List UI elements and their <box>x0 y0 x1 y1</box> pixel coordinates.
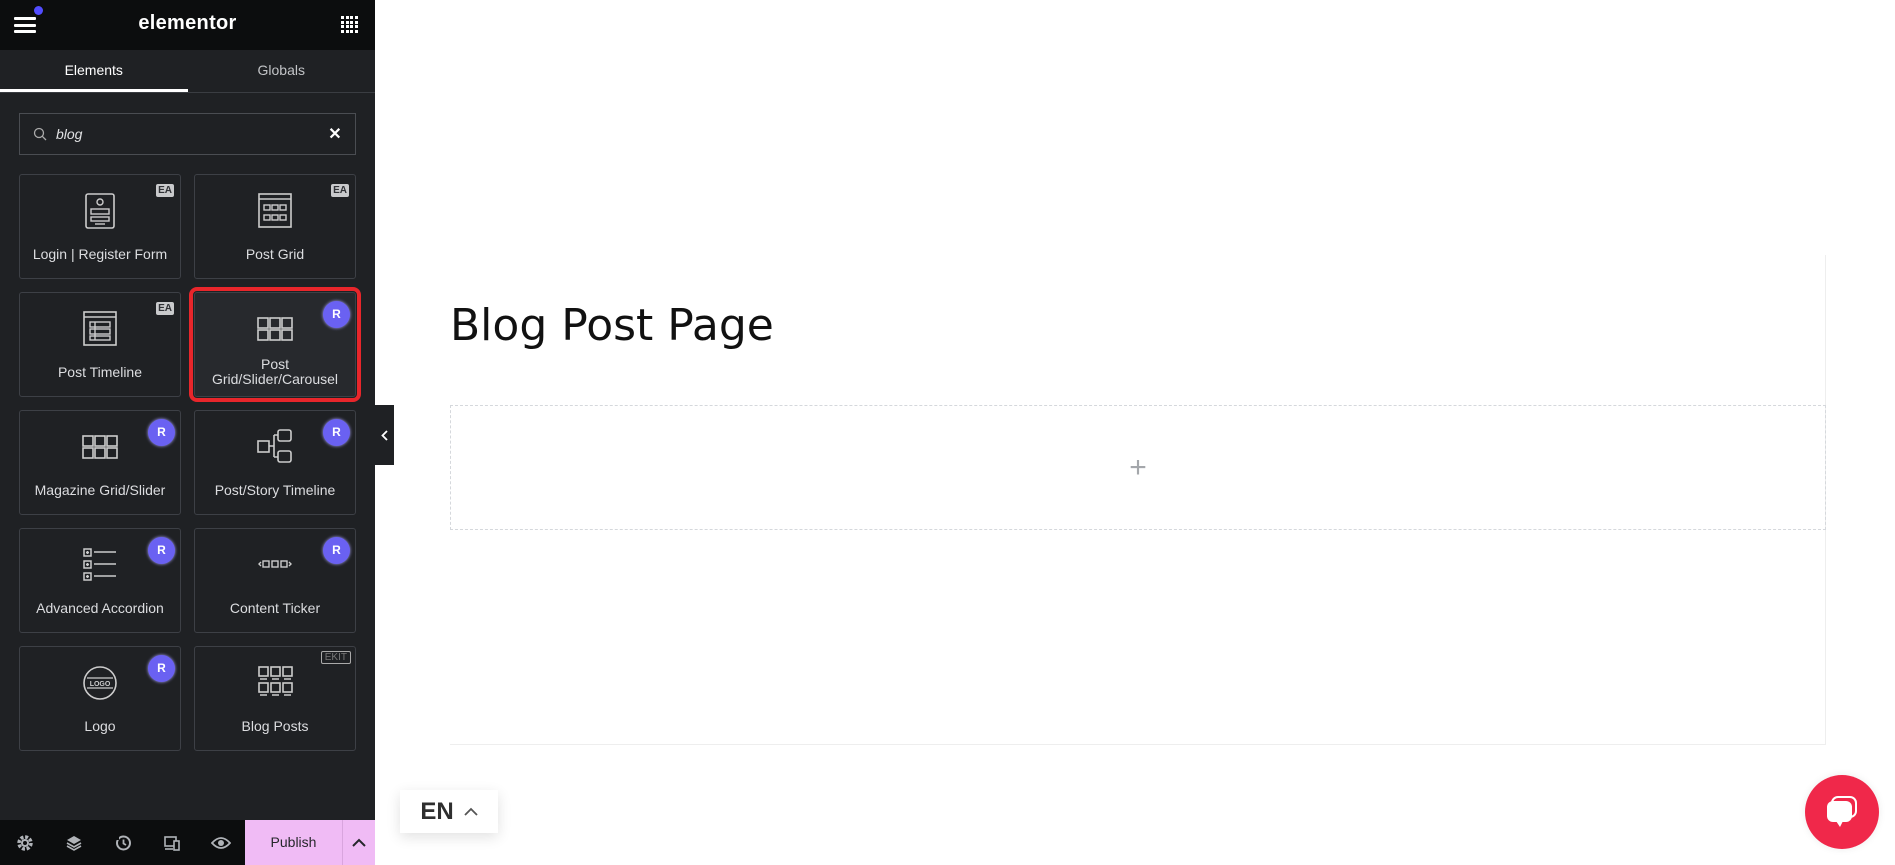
plugin-badge: EA <box>156 184 174 197</box>
widget-label: Content Ticker <box>229 600 321 616</box>
add-icon: + <box>1129 450 1147 484</box>
layers-icon[interactable] <box>49 820 98 865</box>
widget-label: Logo <box>84 718 116 734</box>
panel-header: elementor <box>0 0 375 50</box>
widget-post-grid-slider-carousel[interactable]: R Post Grid/Slider/Carousel <box>189 287 361 402</box>
widget-label: Login | Register Form <box>32 246 168 262</box>
plugin-badge: R <box>323 537 350 564</box>
language-switcher[interactable]: EN <box>400 790 498 833</box>
widget-label: Magazine Grid/Slider <box>34 482 166 498</box>
blog-posts-icon <box>195 665 355 701</box>
widget-magazine-grid-slider[interactable]: R Magazine Grid/Slider <box>19 410 181 515</box>
elementor-logo: elementor <box>138 12 237 34</box>
plugin-badge: R <box>323 419 350 446</box>
publish-button[interactable]: Publish <box>245 820 342 865</box>
search-box: ✕ <box>19 113 356 155</box>
widget-label: Advanced Accordion <box>36 600 164 616</box>
plugin-badge: R <box>148 419 175 446</box>
widget-advanced-accordion[interactable]: R Advanced Accordion <box>19 528 181 633</box>
collapse-panel-button[interactable] <box>375 405 394 465</box>
elementor-panel: elementor Elements Globals ✕ EA Login | … <box>0 0 375 865</box>
widget-content-ticker[interactable]: R Content Ticker <box>194 528 356 633</box>
panel-footer: Publish <box>0 820 375 865</box>
post-timeline-icon <box>20 311 180 347</box>
language-code: EN <box>420 797 454 825</box>
widget-label: Post Grid/Slider/Carousel <box>211 356 339 387</box>
publish-options-button[interactable] <box>342 820 375 865</box>
chevron-up-icon <box>464 807 478 816</box>
add-section-dropzone[interactable]: + <box>450 405 1826 530</box>
widget-logo[interactable]: LOGO R Logo <box>19 646 181 751</box>
panel-tabs: Elements Globals <box>0 50 375 93</box>
plugin-badge: R <box>323 301 350 328</box>
tab-globals[interactable]: Globals <box>188 50 376 92</box>
chat-button[interactable] <box>1805 775 1879 849</box>
chevron-up-icon <box>352 838 366 847</box>
widget-label: Post Grid <box>245 246 305 262</box>
widget-login-register-form[interactable]: EA Login | Register Form <box>19 174 181 279</box>
svg-text:LOGO: LOGO <box>90 681 111 688</box>
widget-post-story-timeline[interactable]: R Post/Story Timeline <box>194 410 356 515</box>
widget-blog-posts[interactable]: EKIT Blog Posts <box>194 646 356 751</box>
plugin-badge: R <box>148 537 175 564</box>
search-input[interactable] <box>56 126 315 142</box>
search-icon <box>33 127 47 141</box>
grid-apps-icon[interactable] <box>341 16 359 34</box>
chevron-left-icon <box>381 429 388 441</box>
widget-post-timeline[interactable]: EA Post Timeline <box>19 292 181 397</box>
widget-label: Post Timeline <box>57 364 143 380</box>
widget-label: Blog Posts <box>241 718 309 734</box>
responsive-icon[interactable] <box>147 820 196 865</box>
login-form-icon <box>20 193 180 229</box>
plugin-badge: EKIT <box>320 651 351 664</box>
plugin-badge: EA <box>331 184 349 197</box>
post-grid-icon <box>195 193 355 229</box>
plugin-badge: EA <box>156 302 174 315</box>
page-title: Blog Post Page <box>450 300 774 351</box>
clear-search-button[interactable]: ✕ <box>315 124 355 144</box>
history-icon[interactable] <box>98 820 147 865</box>
widget-post-grid[interactable]: EA Post Grid <box>194 174 356 279</box>
settings-icon[interactable] <box>0 820 49 865</box>
tab-elements[interactable]: Elements <box>0 50 188 92</box>
plugin-badge: R <box>148 655 175 682</box>
widget-label: Post/Story Timeline <box>214 482 336 498</box>
chat-icon <box>1827 796 1857 827</box>
preview-icon[interactable] <box>196 820 245 865</box>
